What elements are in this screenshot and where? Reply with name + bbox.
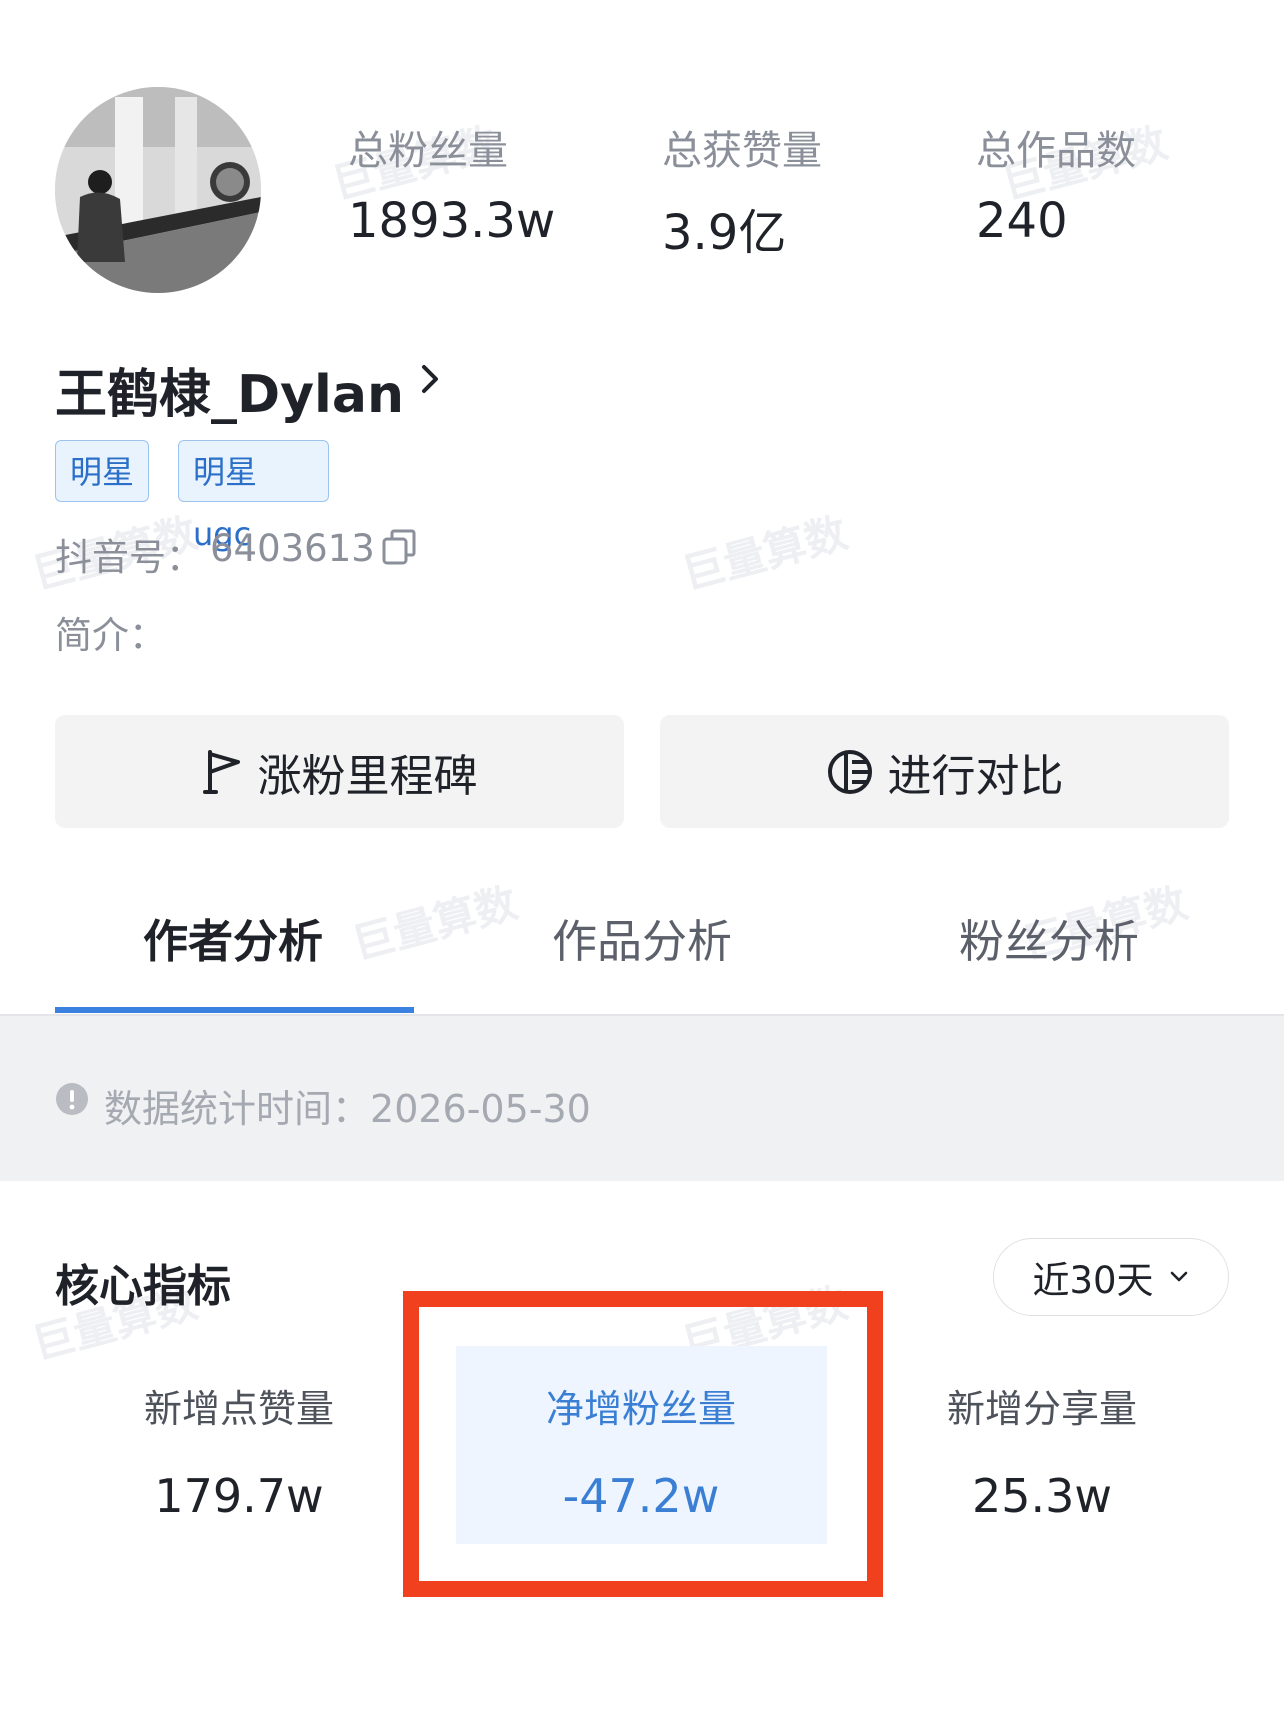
info-icon (56, 1083, 88, 1115)
stat-time-label: 数据统计时间： (104, 1087, 371, 1131)
range-select[interactable]: 近30天 (993, 1238, 1229, 1316)
avatar[interactable] (55, 87, 261, 293)
flag-icon (202, 749, 240, 794)
chevron-right-icon[interactable] (413, 362, 447, 396)
bio-label: 简介： (55, 614, 166, 657)
metric-label: 新增分享量 (946, 1387, 1137, 1431)
chevron-down-icon (1170, 1271, 1187, 1282)
annotation-red-box (403, 1291, 883, 1597)
core-metrics-title: 核心指标 (55, 1261, 231, 1312)
stat-value-followers: 1893.3w (348, 193, 556, 249)
tab-fans-analysis[interactable]: 粉丝分析 (849, 905, 1249, 970)
milestone-button[interactable]: 涨粉里程碑 (55, 715, 624, 828)
avatar-photo (55, 87, 261, 293)
douyin-id-value: 6403613 (210, 527, 375, 570)
metric-value: 179.7w (154, 1469, 324, 1523)
metric-value: 25.3w (971, 1469, 1113, 1523)
milestone-label: 涨粉里程碑 (257, 750, 478, 802)
metric-label: 新增点赞量 (143, 1387, 334, 1431)
copy-icon[interactable] (380, 527, 420, 567)
douyin-id-label: 抖音号： (55, 536, 203, 579)
watermark: 巨量算数 (677, 507, 853, 599)
tag-star-ugc: 明星ugc (178, 440, 329, 553)
stat-label-works: 总作品数 (976, 128, 1136, 174)
username[interactable]: 王鹤棣_Dylan (55, 352, 404, 427)
stat-value-likes: 3.9亿 (662, 205, 787, 261)
stat-value-works: 240 (976, 193, 1068, 249)
compare-icon (827, 749, 872, 794)
metric-new-shares[interactable]: 新增分享量 25.3w (882, 1378, 1202, 1523)
stat-time-value: 2026-05-30 (370, 1087, 591, 1131)
compare-label: 进行对比 (887, 750, 1064, 802)
metric-new-likes[interactable]: 新增点赞量 179.7w (79, 1378, 399, 1523)
tab-author-analysis[interactable]: 作者分析 (33, 905, 433, 970)
stat-label-followers: 总粉丝量 (348, 128, 508, 174)
stat-time-text: 数据统计时间：2026-05-30 (104, 1078, 591, 1133)
tab-works-analysis[interactable]: 作品分析 (442, 905, 842, 970)
stat-label-likes: 总获赞量 (662, 128, 822, 174)
tag-star: 明星 (55, 440, 149, 502)
compare-button[interactable]: 进行对比 (660, 715, 1229, 828)
tab-active-indicator (55, 1007, 414, 1013)
range-value: 近30天 (1032, 1259, 1154, 1302)
